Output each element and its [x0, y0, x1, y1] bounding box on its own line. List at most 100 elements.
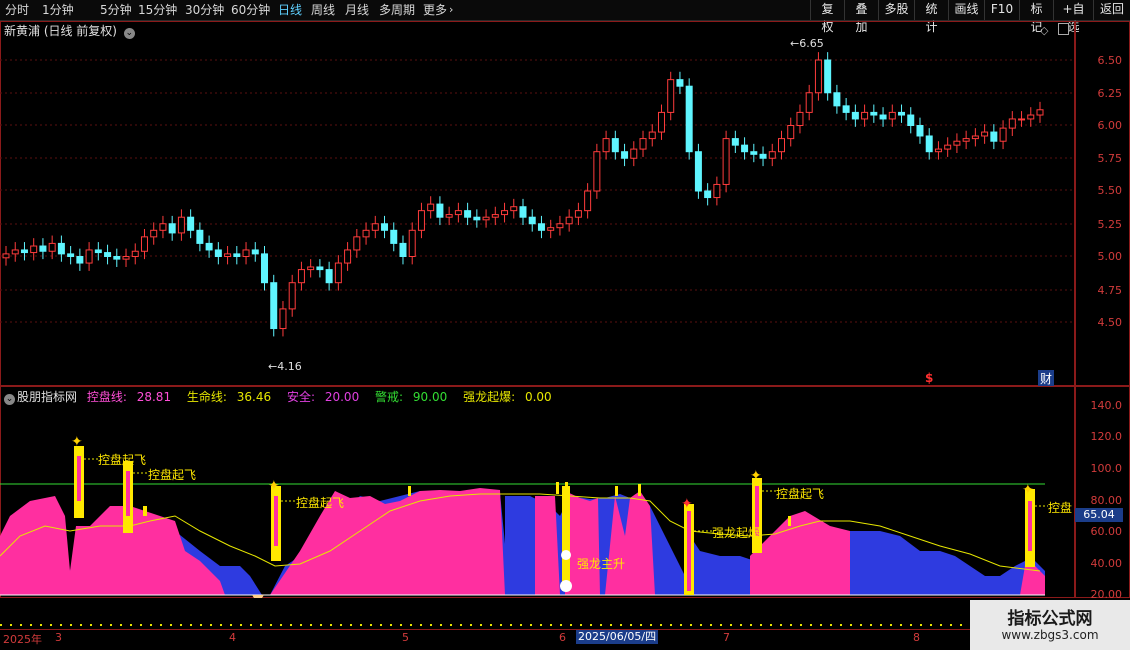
period-tab-60min[interactable]: 60分钟 [231, 2, 270, 18]
candle-body [473, 216, 481, 221]
candle-body [48, 242, 56, 252]
candle-body [639, 138, 647, 150]
candle-body [750, 151, 758, 155]
finance-marker[interactable]: 财 [1038, 370, 1055, 387]
candle-body [408, 229, 416, 258]
candle-body [39, 245, 47, 252]
watermark-title: 指标公式网 [1007, 609, 1093, 629]
candle-body [593, 151, 601, 192]
price-y-tick: 5.75 [1097, 152, 1123, 165]
candle-body [565, 216, 573, 225]
candle-body [390, 229, 398, 244]
annotation-control-takeoff: 控盘起飞 [776, 487, 825, 501]
period-tab-weekly[interactable]: 周线 [311, 2, 335, 18]
candle-body [76, 256, 84, 264]
statistics-button[interactable]: 统计 [914, 0, 948, 34]
annotation-dragon-main-rise: 强龙主升 [577, 557, 626, 571]
candle-body [713, 183, 721, 199]
period-tab-more[interactable]: 更多 [423, 2, 447, 18]
back-button[interactable]: 返回 [1093, 0, 1130, 20]
restore-rights-button[interactable]: 复权 [810, 0, 844, 34]
period-tab-monthly[interactable]: 月线 [345, 2, 369, 18]
high-price-value: 6.65 [799, 37, 824, 50]
month-label: 5 [402, 631, 409, 644]
candle-body [11, 249, 19, 255]
price-y-tick: 6.00 [1097, 119, 1123, 132]
month-label: 3 [55, 631, 62, 644]
annotation-dragon-burst: 强龙起爆 [712, 526, 761, 540]
month-label: 8 [913, 631, 920, 644]
ind-y-tick: 140.0 [1090, 399, 1123, 412]
price-axis [1075, 21, 1130, 386]
candle-body [362, 229, 370, 238]
arrow-left-icon: ← [268, 360, 278, 373]
candle-body [1008, 118, 1016, 129]
candle-body [150, 229, 158, 238]
period-tab-timeshare[interactable]: 分时 [5, 2, 29, 18]
candle-body [759, 153, 767, 159]
candle-body [916, 125, 924, 137]
candle-body [584, 190, 592, 212]
period-tab-multi[interactable]: 多周期 [379, 2, 415, 18]
period-tab-daily[interactable]: 日线 [278, 2, 302, 18]
candle-body [657, 111, 665, 133]
candle-body [962, 138, 970, 142]
period-toolbar: 分时 1分钟 5分钟 15分钟 30分钟 60分钟 日线 周线 月线 多周期 更… [0, 0, 1130, 34]
candle-body [879, 114, 887, 120]
period-tab-15min[interactable]: 15分钟 [138, 2, 177, 18]
annotation-control-takeoff: 控盘起飞 [296, 496, 345, 510]
overlay-button[interactable]: 叠加 [844, 0, 878, 34]
candle-body [842, 105, 850, 113]
ind-y-tick: 100.0 [1090, 462, 1123, 475]
candle-body [999, 127, 1007, 142]
candle-body [85, 249, 93, 264]
add-watchlist-button[interactable]: +自选 [1053, 0, 1093, 34]
f10-button[interactable]: F10 [984, 0, 1019, 20]
candlestick-chart[interactable] [0, 21, 1075, 386]
candle-body [907, 114, 915, 126]
candle-body [925, 135, 933, 153]
candle-body [168, 223, 176, 234]
candle-body [934, 148, 942, 153]
candle-body [630, 148, 638, 159]
ind-y-tick: 60.00 [1090, 525, 1123, 538]
candle-body [113, 256, 121, 260]
candle-body [870, 111, 878, 116]
candle-body [224, 253, 232, 258]
arrow-left-icon: ← [790, 37, 800, 50]
candle-body [971, 135, 979, 140]
annotation-control-takeoff: 控盘 [1048, 501, 1073, 515]
candle-body [353, 236, 361, 251]
multi-stock-button[interactable]: 多股 [878, 0, 914, 20]
candle-body [445, 214, 453, 218]
indicator-chart[interactable]: ✦ ✦ ✦ ✦ ✦ [0, 386, 1075, 598]
candle-body [953, 140, 961, 146]
svg-text:✦: ✦ [681, 496, 693, 512]
price-y-tick: 6.50 [1097, 54, 1123, 67]
candle-body [2, 253, 10, 259]
chevron-right-icon[interactable]: › [449, 2, 453, 18]
candle-body [667, 79, 675, 113]
candle-body [233, 253, 241, 258]
draw-line-button[interactable]: 画线 [948, 0, 984, 20]
candle-body [140, 236, 148, 252]
candle-body [694, 151, 702, 192]
period-tab-1min[interactable]: 1分钟 [42, 2, 74, 18]
annotation-control-takeoff: 控盘起飞 [148, 468, 197, 482]
candle-body [731, 138, 739, 146]
dividend-marker[interactable]: $ [925, 371, 933, 385]
candle-body [67, 253, 75, 258]
period-tab-30min[interactable]: 30分钟 [185, 2, 224, 18]
candle-body [325, 269, 333, 284]
price-y-tick: 5.50 [1097, 184, 1123, 197]
candle-body [1036, 109, 1044, 116]
period-tab-5min[interactable]: 5分钟 [100, 2, 132, 18]
candle-body [57, 242, 65, 255]
candle-body [131, 250, 139, 257]
candle-body [427, 203, 435, 212]
candle-body [768, 151, 776, 159]
mark-button[interactable]: 标记 [1019, 0, 1053, 34]
candle-body [851, 111, 859, 120]
candle-body [648, 131, 656, 140]
svg-text:✦: ✦ [1022, 482, 1034, 498]
